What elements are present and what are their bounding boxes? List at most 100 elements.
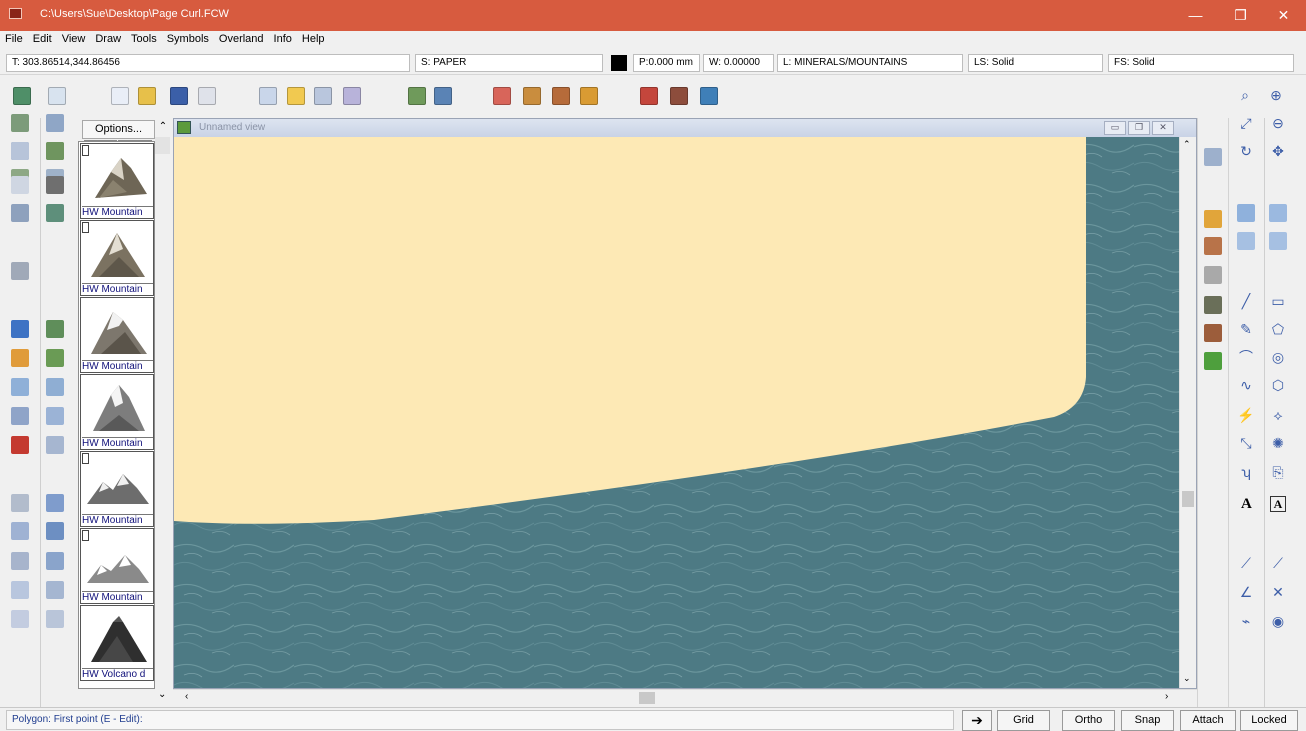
symbol-item[interactable]: HW Mountain bbox=[80, 143, 154, 219]
color-swatch[interactable] bbox=[611, 55, 627, 71]
text-box-tool-icon[interactable]: A bbox=[1270, 496, 1286, 512]
measure-icon[interactable]: ⟋ bbox=[1269, 554, 1287, 572]
layer-field[interactable]: L: MINERALS/MOUNTAINS bbox=[777, 54, 963, 72]
array-icon[interactable] bbox=[46, 378, 64, 396]
layer-props-icon[interactable] bbox=[1204, 148, 1222, 166]
fractal-poly-icon[interactable]: ⟡ bbox=[1269, 406, 1287, 424]
erase-icon[interactable] bbox=[11, 349, 29, 367]
symbol-item[interactable]: HW Mountain bbox=[80, 528, 154, 604]
restore-button[interactable]: ❐ bbox=[1218, 0, 1263, 31]
fractal-line-icon[interactable]: ⚡ bbox=[1237, 406, 1255, 424]
menu-view[interactable]: View bbox=[57, 31, 91, 45]
text-tool-icon[interactable]: A bbox=[1241, 496, 1252, 513]
undo-icon[interactable] bbox=[11, 320, 29, 338]
menu-edit[interactable]: Edit bbox=[28, 31, 57, 45]
coordinate-field[interactable]: T: 303.86514,344.86456 bbox=[6, 54, 410, 72]
sheet-icon[interactable] bbox=[48, 87, 66, 105]
smooth-poly-icon[interactable]: ⬡ bbox=[1269, 376, 1287, 394]
vertical-scrollbar[interactable]: ⌃ ⌄ bbox=[1179, 137, 1196, 688]
trace-icon[interactable] bbox=[46, 204, 64, 222]
view-close-button[interactable]: ✕ bbox=[1152, 121, 1174, 135]
copy-tool-icon[interactable] bbox=[11, 378, 29, 396]
scroll-up-icon[interactable]: ⌃ bbox=[156, 121, 170, 135]
snap-button[interactable]: Snap bbox=[1121, 710, 1174, 731]
app-icon[interactable] bbox=[9, 8, 22, 19]
horizontal-scrollbar[interactable]: ‹ › bbox=[173, 689, 1197, 706]
river-icon[interactable]: ⤡ bbox=[1237, 434, 1255, 452]
building-icon[interactable] bbox=[1204, 266, 1222, 284]
zoom-window-icon[interactable]: ⌕ bbox=[1236, 86, 1254, 104]
ring-icon[interactable]: ◉ bbox=[1269, 612, 1287, 630]
curve-icon[interactable]: ∿ bbox=[1237, 376, 1255, 394]
feather-icon[interactable] bbox=[1204, 296, 1222, 314]
scroll-down-arrow-icon[interactable]: ⌄ bbox=[1183, 673, 1191, 684]
rectangle-icon[interactable]: ▭ bbox=[1269, 292, 1287, 310]
radial-icon[interactable]: ⌁ bbox=[1237, 612, 1255, 630]
move-tool-icon[interactable] bbox=[11, 142, 29, 160]
menu-help[interactable]: Help bbox=[297, 31, 330, 45]
send-icon[interactable] bbox=[11, 522, 29, 540]
page-tool-icon[interactable] bbox=[11, 407, 29, 425]
fill-style-field[interactable]: FS: Solid bbox=[1108, 54, 1294, 72]
cross-icon[interactable]: ✕ bbox=[1269, 583, 1287, 601]
open-folder-icon[interactable] bbox=[138, 87, 156, 105]
panel-scroll-down-icon[interactable]: ⌄ bbox=[158, 689, 170, 703]
window-alt-icon[interactable] bbox=[1269, 232, 1287, 250]
scroll-left-arrow-icon[interactable]: ‹ bbox=[185, 691, 188, 702]
panel-scroll-track[interactable] bbox=[155, 137, 170, 154]
menu-symbols[interactable]: Symbols bbox=[162, 31, 214, 45]
multipoly-icon[interactable]: ʮ bbox=[1237, 463, 1255, 481]
scissors-icon[interactable] bbox=[11, 494, 29, 512]
explode-icon[interactable] bbox=[580, 87, 598, 105]
new-file-icon[interactable] bbox=[111, 87, 129, 105]
width-field[interactable]: W: 0.00000 bbox=[703, 54, 774, 72]
save-icon[interactable] bbox=[170, 87, 188, 105]
map-canvas[interactable] bbox=[174, 137, 1179, 688]
line-tool-icon[interactable] bbox=[11, 610, 29, 628]
delete-tool-icon[interactable] bbox=[11, 436, 29, 454]
ortho-button[interactable]: Ortho bbox=[1062, 710, 1115, 731]
window-icon[interactable] bbox=[1237, 232, 1255, 250]
angle-icon[interactable] bbox=[46, 610, 64, 628]
polygon-icon[interactable]: ⬠ bbox=[1269, 320, 1287, 338]
zoom-in-icon[interactable]: ⊕ bbox=[1267, 86, 1285, 104]
corner-icon[interactable] bbox=[46, 581, 64, 599]
menu-overland[interactable]: Overland bbox=[214, 31, 269, 45]
flag-icon[interactable] bbox=[1204, 210, 1222, 228]
sheets-icon[interactable] bbox=[670, 87, 688, 105]
split-icon[interactable] bbox=[46, 436, 64, 454]
menu-draw[interactable]: Draw bbox=[90, 31, 126, 45]
cut-icon[interactable] bbox=[314, 87, 332, 105]
mirror-icon[interactable] bbox=[46, 407, 64, 425]
circle-icon[interactable]: ◎ bbox=[1269, 348, 1287, 366]
symbol-item[interactable]: HW Mountain bbox=[80, 374, 154, 450]
effects-icon[interactable] bbox=[640, 87, 658, 105]
box-icon[interactable] bbox=[11, 581, 29, 599]
layer-up-icon[interactable] bbox=[408, 87, 426, 105]
menu-info[interactable]: Info bbox=[269, 31, 297, 45]
line-style-field[interactable]: LS: Solid bbox=[968, 54, 1103, 72]
grid-tool-icon[interactable] bbox=[11, 176, 29, 194]
render-icon[interactable] bbox=[700, 87, 718, 105]
minimize-button[interactable]: — bbox=[1173, 0, 1218, 31]
angle-measure-icon[interactable]: ∠ bbox=[1237, 583, 1255, 601]
paste-props-icon[interactable] bbox=[1269, 204, 1287, 222]
select-icon[interactable] bbox=[343, 87, 361, 105]
ungroup-icon[interactable] bbox=[552, 87, 570, 105]
tools-icon[interactable] bbox=[46, 176, 64, 194]
line-draw-icon[interactable]: ╱ bbox=[1237, 292, 1255, 310]
symbol-item[interactable]: HW Mountain bbox=[80, 220, 154, 296]
arc-icon[interactable]: ⌒ bbox=[1237, 348, 1255, 366]
hand-icon[interactable] bbox=[1204, 324, 1222, 342]
list-icon[interactable] bbox=[46, 552, 64, 570]
landmass-tool-icon[interactable] bbox=[46, 142, 64, 160]
info-tool-icon[interactable] bbox=[11, 262, 29, 280]
sort-icon[interactable] bbox=[46, 494, 64, 512]
enter-arrow-icon[interactable]: ➔ bbox=[962, 710, 992, 731]
sheet-field[interactable]: S: PAPER bbox=[415, 54, 603, 72]
bookmark-icon[interactable] bbox=[493, 87, 511, 105]
coast-icon[interactable]: ✺ bbox=[1269, 434, 1287, 452]
grid-button[interactable]: Grid bbox=[997, 710, 1050, 731]
layer-down-icon[interactable] bbox=[434, 87, 452, 105]
menu-file[interactable]: File bbox=[0, 31, 28, 45]
